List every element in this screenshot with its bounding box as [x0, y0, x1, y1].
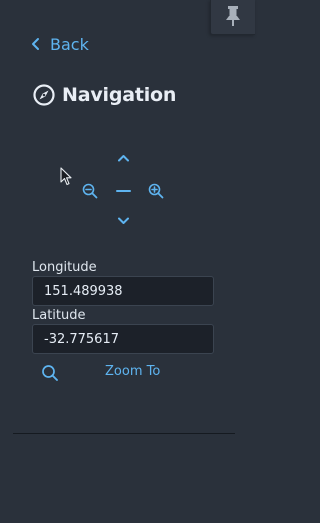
mouse-cursor-icon	[60, 167, 72, 190]
compass-icon	[33, 84, 55, 106]
latitude-input[interactable]	[32, 324, 214, 354]
pin-panel-button[interactable]	[210, 0, 255, 35]
reset-view-button[interactable]	[115, 184, 132, 198]
dash-icon	[116, 190, 131, 192]
pan-down-button[interactable]	[117, 216, 130, 226]
chevron-left-icon	[32, 38, 39, 50]
longitude-label: Longitude	[32, 260, 97, 275]
longitude-input[interactable]	[32, 276, 214, 306]
back-label: Back	[50, 34, 89, 54]
divider	[13, 433, 235, 434]
search-icon	[42, 365, 58, 381]
chevron-up-icon	[118, 155, 129, 162]
search-button[interactable]	[41, 364, 59, 382]
zoom-in-button[interactable]	[148, 183, 164, 199]
latitude-label: Latitude	[32, 308, 86, 323]
back-button[interactable]: Back	[30, 33, 89, 55]
zoom-in-icon	[148, 183, 164, 199]
zoom-out-icon	[82, 183, 98, 199]
page-title: Navigation	[62, 84, 177, 106]
pin-icon	[226, 6, 240, 26]
pan-up-button[interactable]	[117, 153, 130, 163]
page-title-row: Navigation	[33, 84, 176, 106]
zoom-to-button[interactable]: Zoom To	[105, 364, 160, 379]
chevron-down-icon	[118, 217, 129, 224]
zoom-out-button[interactable]	[82, 183, 98, 199]
